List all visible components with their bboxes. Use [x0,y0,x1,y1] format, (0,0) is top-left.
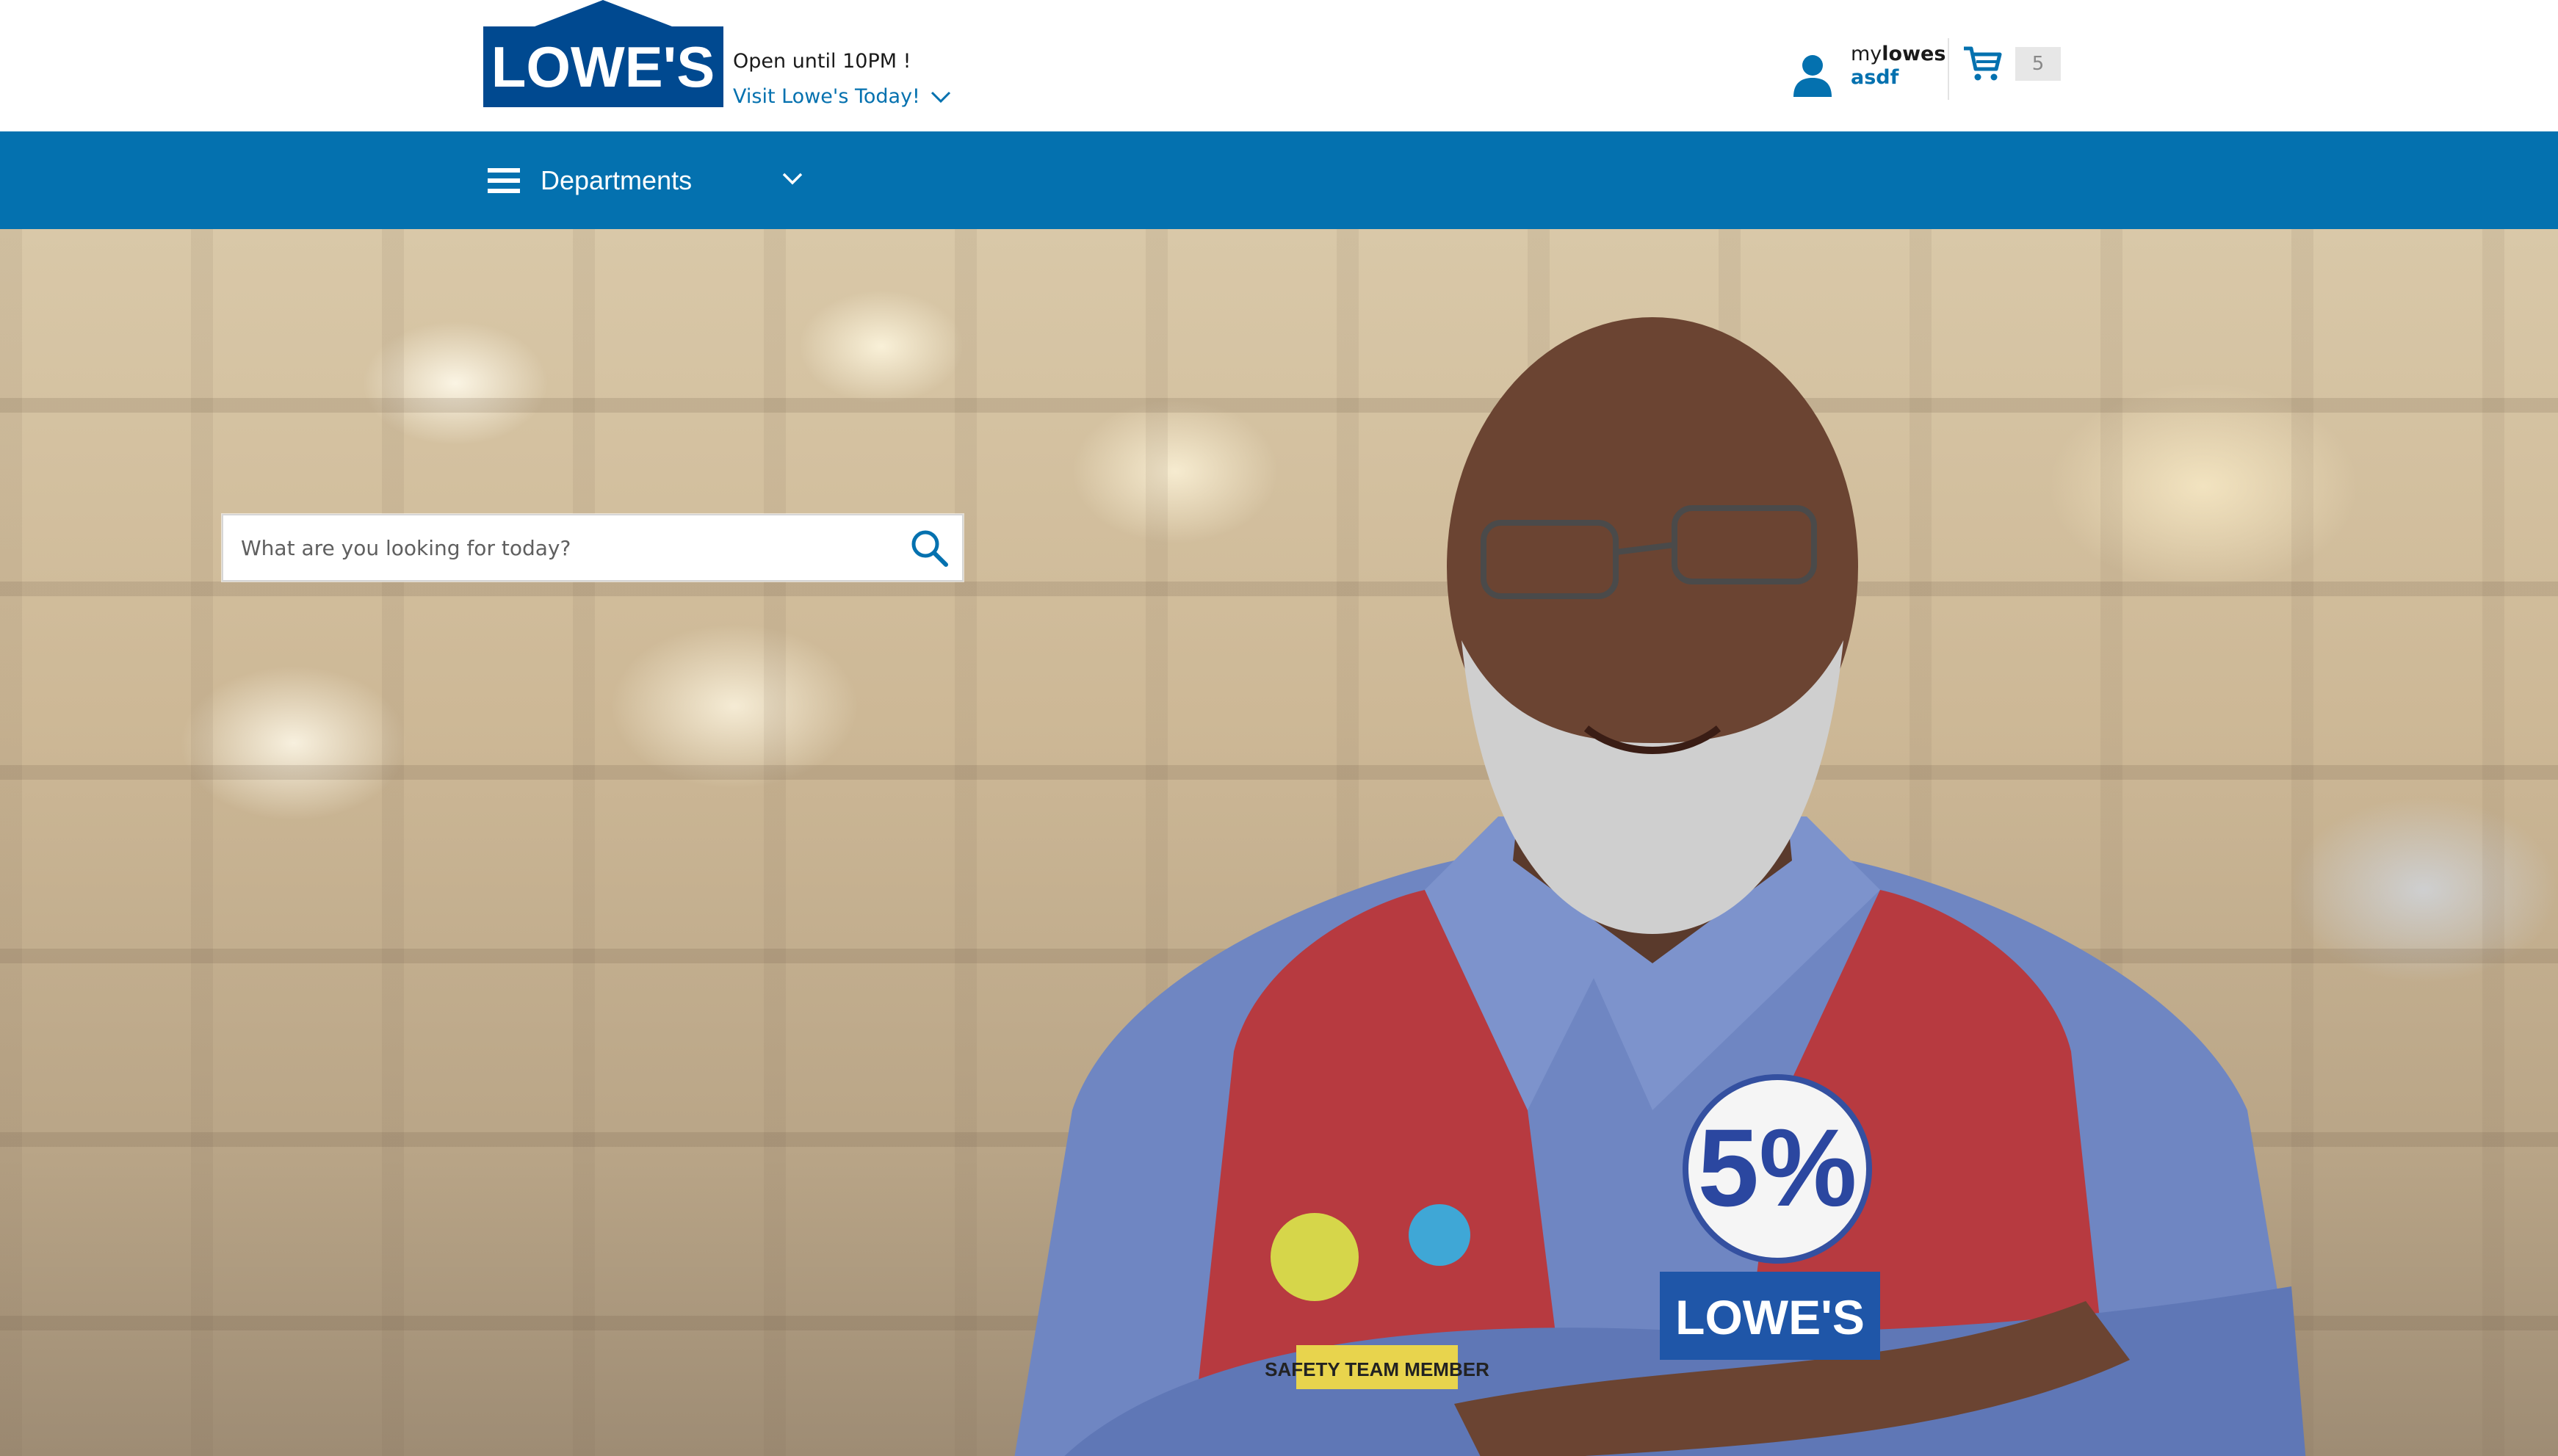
main-nav-bar: Departments [0,131,2558,229]
chevron-down-icon [782,173,803,185]
chevron-down-icon [931,91,950,103]
svg-text:LOWE'S: LOWE'S [491,35,715,99]
hero-banner: 5% LOWE'S SAFETY TEAM MEMBER [0,229,2558,1456]
departments-menu-button[interactable]: Departments [488,131,803,229]
account-text: mylowes asdf [1851,43,1945,90]
store-link-label: Visit Lowe's Today! [733,85,920,108]
user-icon [1793,55,1832,97]
store-associate-photo: 5% LOWE'S SAFETY TEAM MEMBER [1014,317,2306,1456]
hamburger-menu-icon [488,167,520,193]
cart-link[interactable]: 5 [1962,46,2061,82]
store-hours: Open until 10PM ! [733,50,911,73]
svg-text:LOWE'S: LOWE'S [1675,1290,1865,1344]
search-button[interactable] [896,515,962,580]
lowes-logo[interactable]: LOWE'S [483,0,723,107]
site-header: LOWE'S Open until 10PM ! Visit Lowe's To… [0,0,2558,131]
mylowes-brand: mylowes [1851,43,1946,65]
account-username: asdf [1851,66,1899,89]
store-link[interactable]: Visit Lowe's Today! [733,85,951,108]
cart-count-badge: 5 [2015,47,2061,81]
svg-text:SAFETY TEAM MEMBER: SAFETY TEAM MEMBER [1265,1358,1489,1380]
header-divider [1948,38,1949,100]
search-input[interactable] [223,515,896,581]
account-link[interactable]: mylowes asdf [1792,43,1945,97]
departments-label: Departments [541,164,693,195]
svg-text:5%: 5% [1698,1106,1857,1229]
shopping-cart-icon [1964,46,2002,81]
search-icon [911,530,948,567]
search-bar [222,514,964,582]
